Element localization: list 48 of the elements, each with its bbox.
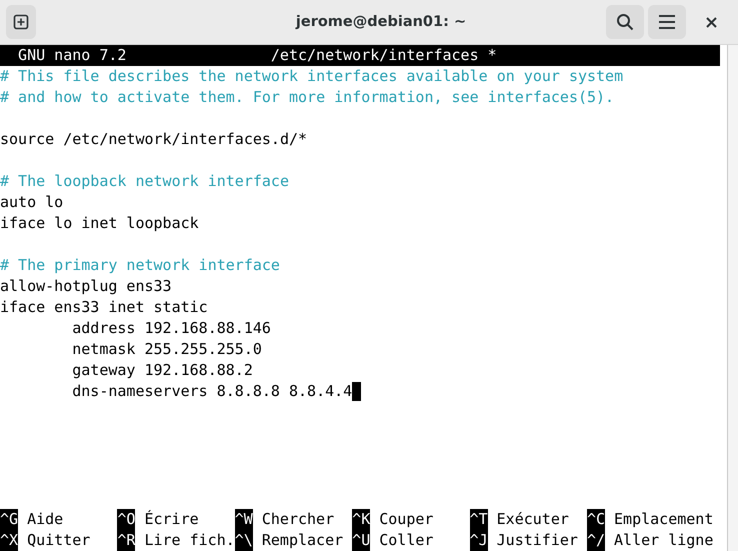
comment-line: # The primary network interface	[0, 255, 280, 276]
comment-line: # and how to activate them. For more information, see interfaces(5).	[0, 87, 614, 108]
scrollbar[interactable]	[727, 45, 738, 551]
shortcut-label: Chercher	[262, 509, 334, 530]
shortcut-key: ^R	[117, 530, 136, 551]
shortcut-key: ^U	[352, 530, 370, 551]
shortcut-key: ^J	[470, 530, 488, 551]
shortcut-label: Aide	[27, 509, 64, 530]
shortcut-label: Remplacer	[262, 530, 344, 551]
menu-icon	[658, 14, 676, 30]
shortcut-label: Écrire	[144, 509, 199, 530]
code-line: source /etc/network/interfaces.d/*	[0, 129, 308, 150]
code-line: iface lo inet loopback	[0, 213, 199, 234]
close-icon	[706, 16, 716, 28]
shortcut-key: ^K	[352, 509, 370, 530]
shortcut-label: Couper	[379, 509, 434, 530]
shortcut-label: Exécuter	[496, 509, 569, 530]
program-version: GNU nano 7.2	[18, 45, 126, 66]
shortcut-label: Lire fich.	[144, 530, 235, 551]
search-button[interactable]	[606, 5, 644, 39]
code-line: netmask 255.255.255.0	[71, 339, 262, 360]
shortcut-key: ^\	[234, 530, 253, 551]
window-title: jerome@debian01: ~	[294, 14, 468, 30]
code-line: allow-hotplug ens33	[0, 276, 172, 297]
shortcut-label: Justifier	[496, 530, 578, 551]
new-tab-button[interactable]	[6, 5, 36, 39]
code-line: dns-nameservers 8.8.8.8 8.8.4.4	[71, 381, 352, 402]
code-line: address 192.168.88.146	[71, 318, 271, 339]
shortcut-label: Coller	[379, 530, 434, 551]
code-line: gateway 192.168.88.2	[71, 360, 253, 381]
search-icon	[616, 13, 634, 31]
shortcut-key: ^O	[117, 509, 136, 530]
plus-box-icon	[13, 14, 29, 30]
shortcut-label: Emplacement	[614, 509, 714, 530]
shortcut-key: ^T	[470, 509, 488, 530]
code-line: iface ens33 inet static	[0, 297, 208, 318]
file-name: /etc/network/interfaces *	[270, 45, 497, 66]
shortcut-key: ^G	[0, 509, 18, 530]
shortcut-key: ^C	[586, 509, 606, 530]
shortcut-key: ^W	[234, 509, 253, 530]
shortcut-key: ^X	[0, 530, 18, 551]
menu-button[interactable]	[648, 5, 686, 39]
shortcut-label: Aller ligne	[614, 530, 714, 551]
comment-line: # This file describes the network interfaces available on your system	[0, 66, 624, 87]
comment-line: # The loopback network interface	[0, 171, 289, 192]
code-line: auto lo	[0, 192, 64, 213]
shortcut-label: Quitter	[27, 530, 90, 551]
shortcut-key: ^/	[586, 530, 606, 551]
